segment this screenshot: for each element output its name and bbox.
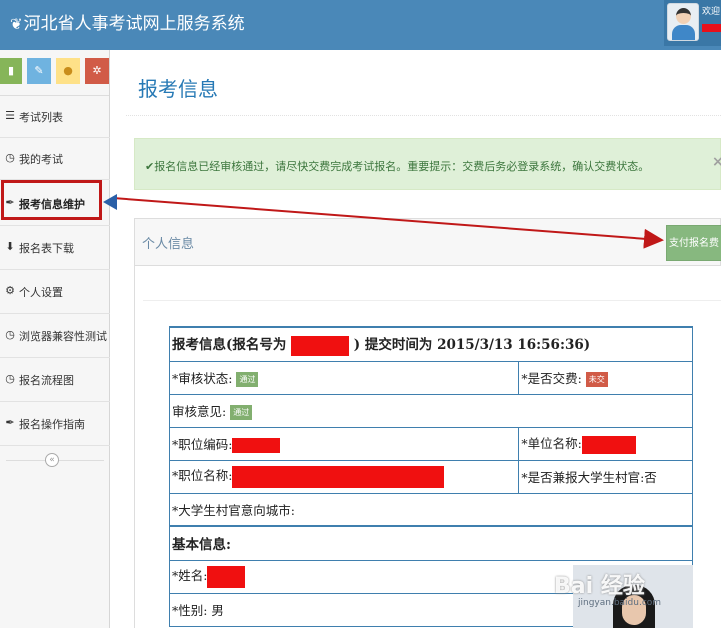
arrow-to-pay-button — [112, 197, 664, 249]
annotation-arrows — [103, 194, 664, 249]
arrow-head-left — [103, 194, 117, 210]
